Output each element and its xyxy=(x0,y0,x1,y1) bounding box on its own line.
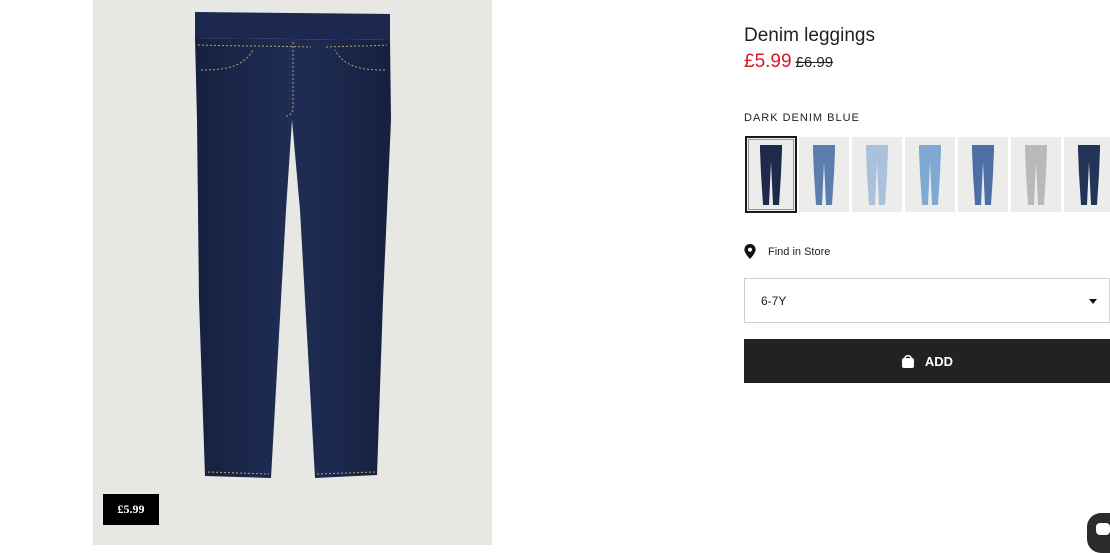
color-swatch[interactable] xyxy=(745,136,797,213)
price-tag: £5.99 xyxy=(103,494,159,525)
product-title: Denim leggings xyxy=(744,25,875,46)
selected-color-label: DARK DENIM BLUE xyxy=(744,112,860,124)
chat-icon[interactable] xyxy=(1087,513,1110,553)
color-swatch[interactable] xyxy=(1010,136,1062,213)
color-swatch[interactable] xyxy=(851,136,903,213)
chevron-down-icon xyxy=(1089,299,1097,304)
jeans-icon xyxy=(972,144,994,205)
jeans-icon xyxy=(813,144,835,205)
add-button-label: ADD xyxy=(924,353,954,369)
location-pin-icon xyxy=(744,244,756,259)
find-in-store-label: Find in Store xyxy=(768,245,831,258)
sale-price: £5.99 xyxy=(744,51,792,72)
jeans-icon xyxy=(1078,144,1100,205)
color-swatch[interactable] xyxy=(957,136,1009,213)
jeans-image xyxy=(195,12,391,478)
product-image[interactable] xyxy=(93,0,492,545)
find-in-store-link[interactable]: Find in Store xyxy=(744,244,830,259)
size-value: 6-7Y xyxy=(761,294,787,308)
original-price: £6.99 xyxy=(795,54,834,71)
price-row: £5.99 £6.99 xyxy=(744,51,833,73)
jeans-icon xyxy=(919,144,941,205)
shopping-bag-icon xyxy=(901,355,914,368)
jeans-icon xyxy=(760,144,782,205)
add-to-bag-button[interactable]: ADD xyxy=(744,339,1110,383)
color-swatch[interactable] xyxy=(798,136,850,213)
size-select[interactable]: 6-7Y xyxy=(744,278,1110,323)
color-swatches xyxy=(744,136,1110,214)
color-swatch[interactable] xyxy=(904,136,956,213)
color-swatch[interactable] xyxy=(1063,136,1110,213)
jeans-icon xyxy=(1025,144,1047,205)
jeans-icon xyxy=(866,144,888,205)
